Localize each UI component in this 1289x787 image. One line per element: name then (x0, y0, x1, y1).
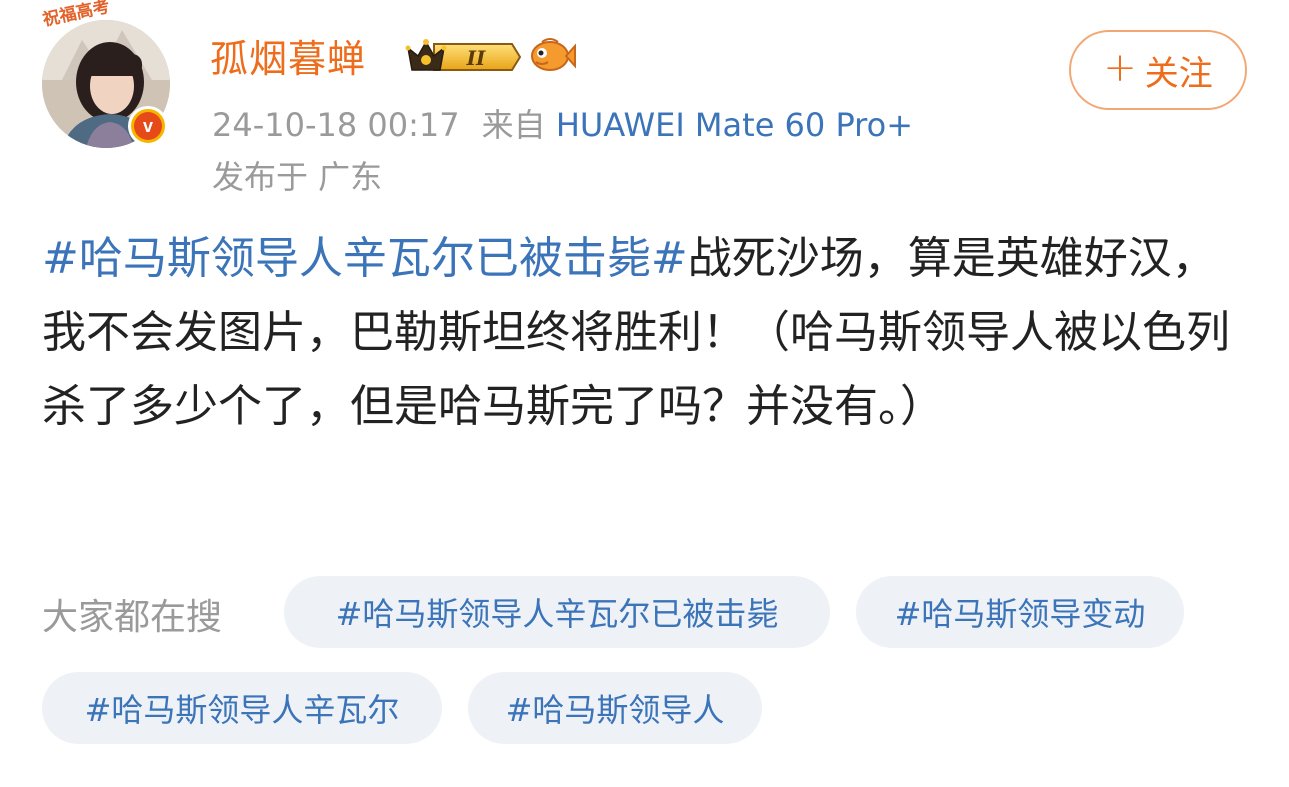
search-tag[interactable]: #哈马斯领导人辛瓦尔 (42, 672, 442, 744)
search-section-label: 大家都在搜 (42, 597, 223, 638)
post-timestamp: 24-10-18 00:17 (212, 106, 460, 144)
follow-label: 关注 (1144, 53, 1213, 94)
topic-link[interactable]: #哈马斯领导人辛瓦尔已被击毙# (42, 233, 688, 284)
post-meta: 24-10-18 00:17 来自 HUAWEI Mate 60 Pro+ (212, 100, 913, 146)
search-tag[interactable]: #哈马斯领导人 (468, 672, 762, 744)
search-tag[interactable]: #哈马斯领导人辛瓦尔已被击毙 (284, 576, 830, 648)
vip-level-text: II (466, 46, 486, 70)
fish-icon[interactable] (528, 36, 576, 76)
post-text-1: 战死沙场，算是 (687, 233, 996, 284)
post-location: 发布于 广东 (212, 158, 383, 196)
avatar-container[interactable]: 祝福高考 v (38, 0, 178, 148)
verified-badge: v (128, 106, 168, 146)
search-tag[interactable]: #哈马斯领导变动 (856, 576, 1184, 648)
verified-mark: v (134, 112, 162, 140)
plus-icon: + (1103, 45, 1137, 91)
username[interactable]: 孤烟暮蝉 (210, 28, 366, 83)
post-content: #哈马斯领导人辛瓦尔已被击毙#战死沙场，算是英雄好汉，我不会发图片，巴勒斯坦终将… (42, 222, 1252, 444)
source-prefix: 来自 (481, 106, 546, 144)
vip-crown-icon[interactable]: II (404, 36, 522, 78)
follow-button[interactable]: + 关注 (1069, 30, 1247, 110)
device-link[interactable]: HUAWEI Mate 60 Pro+ (556, 106, 913, 144)
